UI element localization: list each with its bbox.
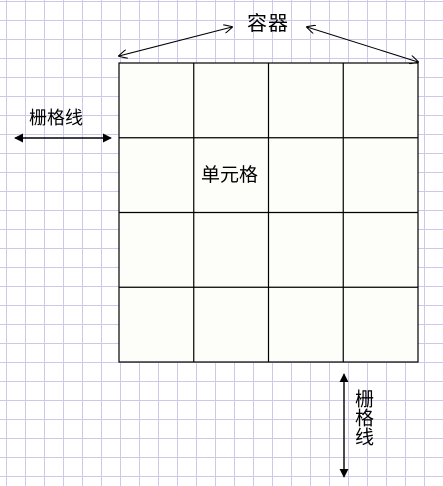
- gridline-label-horizontal: 栅格线: [29, 108, 83, 129]
- container-left-arrow: [119, 27, 232, 56]
- gridline-label-vertical: 栅格线: [351, 389, 374, 446]
- container-label: 容器: [247, 11, 289, 35]
- container-right-arrow: [307, 27, 418, 62]
- cell-label: 单元格: [201, 164, 259, 186]
- diagram-canvas: [14, 0, 443, 478]
